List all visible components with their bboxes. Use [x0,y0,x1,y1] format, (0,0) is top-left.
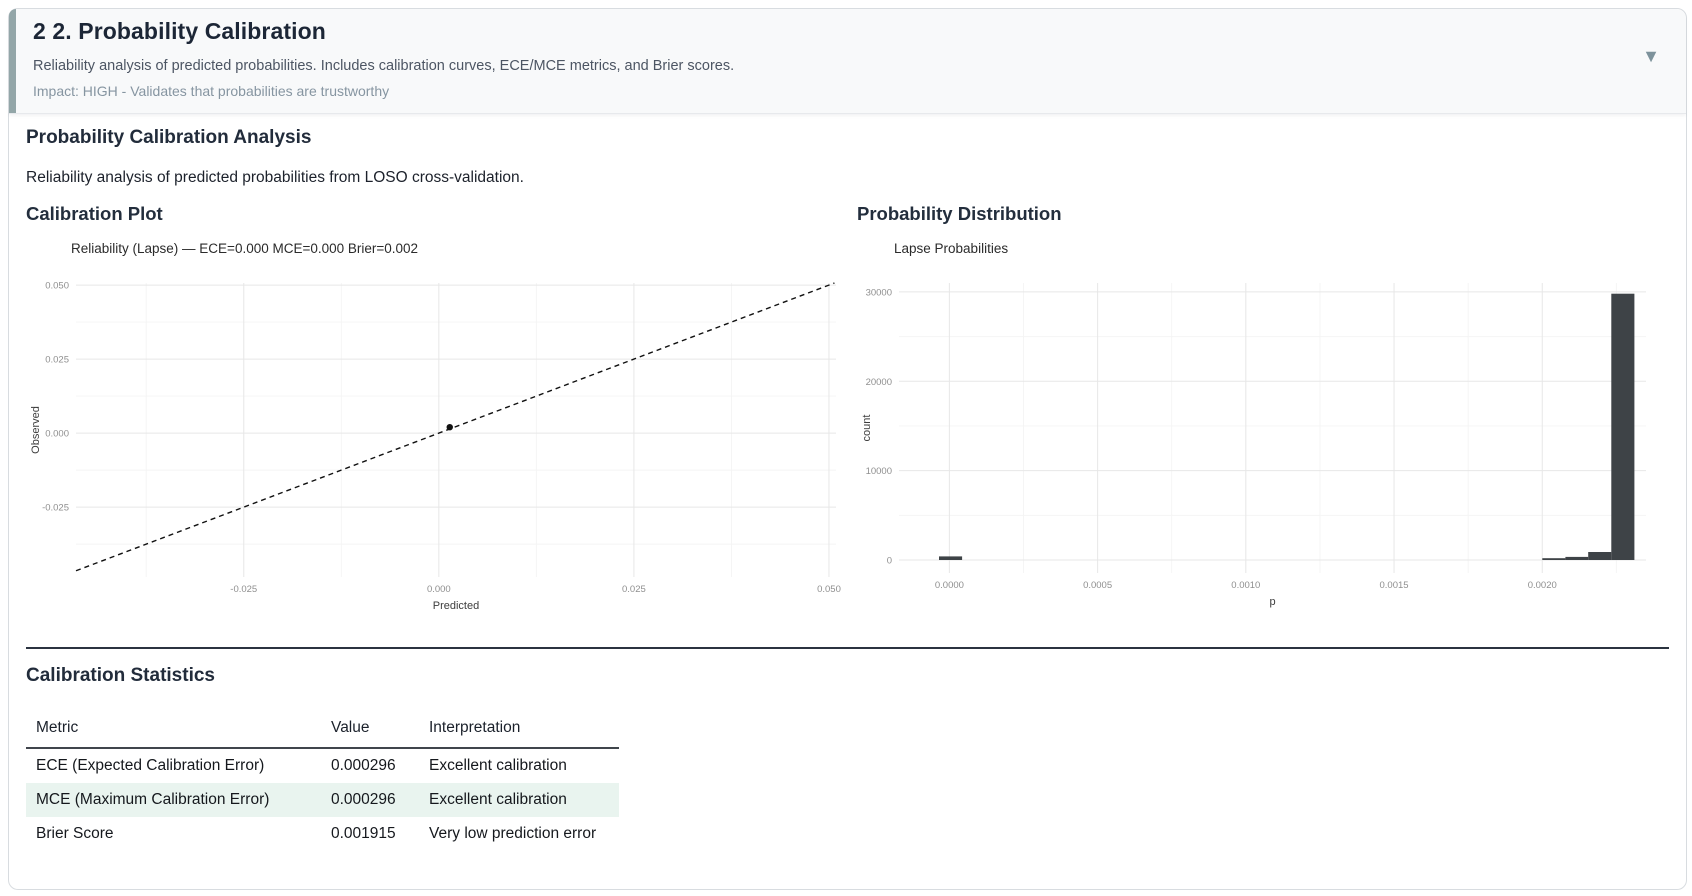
interpretation-cell: Very low prediction error [419,817,619,851]
svg-text:0.000: 0.000 [45,429,69,440]
header-title: 2 2. Probability Calibration [33,18,326,45]
svg-text:-0.025: -0.025 [230,584,257,595]
calibration-statistics-table: Metric Value Interpretation ECE (Expecte… [26,713,619,851]
svg-text:0.000: 0.000 [427,584,451,595]
calibration-plot-panel: Calibration Plot -0.025 0.000 0.025 0.050 0.… [26,203,848,616]
svg-text:p: p [1269,596,1275,608]
probability-distribution-figure: 0.0000 0.0005 0.0010 0.0015 0.0020 0 10000 2000… [857,233,1687,616]
table-row: ECE (Expected Calibration Error) 0.00029… [26,748,619,783]
svg-text:0.050: 0.050 [45,281,69,292]
svg-text:count: count [861,415,873,442]
interpretation-cell: Excellent calibration [419,748,619,783]
svg-text:0.0020: 0.0020 [1528,580,1557,591]
collapse-chevron-icon[interactable]: ▼ [1642,47,1660,65]
analysis-section-title: Probability Calibration Analysis [26,127,311,149]
metric-cell: MCE (Maximum Calibration Error) [26,783,321,817]
header-accent-bar [9,9,16,113]
report-card: 2 2. Probability Calibration Reliability… [8,8,1687,890]
svg-text:0.025: 0.025 [622,584,646,595]
column-header-metric: Metric [26,713,321,748]
analysis-description: Reliability analysis of predicted probab… [26,169,524,187]
svg-text:Observed: Observed [30,406,42,454]
value-cell: 0.001915 [321,817,419,851]
table-row: MCE (Maximum Calibration Error) 0.000296… [26,783,619,817]
section-divider [26,647,1669,649]
calibration-plot-figure: -0.025 0.000 0.025 0.050 0.050 0.025 0.000 -0.0… [26,233,848,616]
svg-text:30000: 30000 [866,287,892,298]
column-header-value: Value [321,713,419,748]
svg-text:0.0000: 0.0000 [935,580,964,591]
section-header[interactable]: 2 2. Probability Calibration Reliability… [9,9,1686,114]
value-cell: 0.000296 [321,748,419,783]
svg-text:0.050: 0.050 [817,584,841,595]
probability-distribution-heading: Probability Distribution [857,203,1687,225]
svg-text:Lapse Probabilities: Lapse Probabilities [894,241,1008,256]
svg-text:0.0005: 0.0005 [1083,580,1112,591]
svg-text:0.0010: 0.0010 [1231,580,1260,591]
metric-cell: Brier Score [26,817,321,851]
metric-cell: ECE (Expected Calibration Error) [26,748,321,783]
interpretation-cell: Excellent calibration [419,783,619,817]
column-header-interpretation: Interpretation [419,713,619,748]
header-subtitle: Reliability analysis of predicted probab… [33,58,734,74]
stats-section-title: Calibration Statistics [26,665,215,687]
header-impact-note: Impact: HIGH - Validates that probabilit… [33,83,389,99]
table-row: Brier Score 0.001915 Very low prediction… [26,817,619,851]
value-cell: 0.000296 [321,783,419,817]
table-header-row: Metric Value Interpretation [26,713,619,748]
svg-text:20000: 20000 [866,377,892,388]
svg-text:Predicted: Predicted [433,600,479,611]
svg-text:10000: 10000 [866,466,892,477]
svg-text:0.025: 0.025 [45,355,69,366]
svg-text:0: 0 [887,555,892,566]
probability-distribution-panel: Probability Distribution 0.00000.00050.0… [857,203,1687,616]
calibration-plot-heading: Calibration Plot [26,203,848,225]
svg-text:0.0015: 0.0015 [1380,580,1409,591]
svg-text:Reliability (Lapse) — ECE=0.00: Reliability (Lapse) — ECE=0.000 MCE=0.00… [71,241,418,256]
svg-text:-0.025: -0.025 [42,503,69,514]
